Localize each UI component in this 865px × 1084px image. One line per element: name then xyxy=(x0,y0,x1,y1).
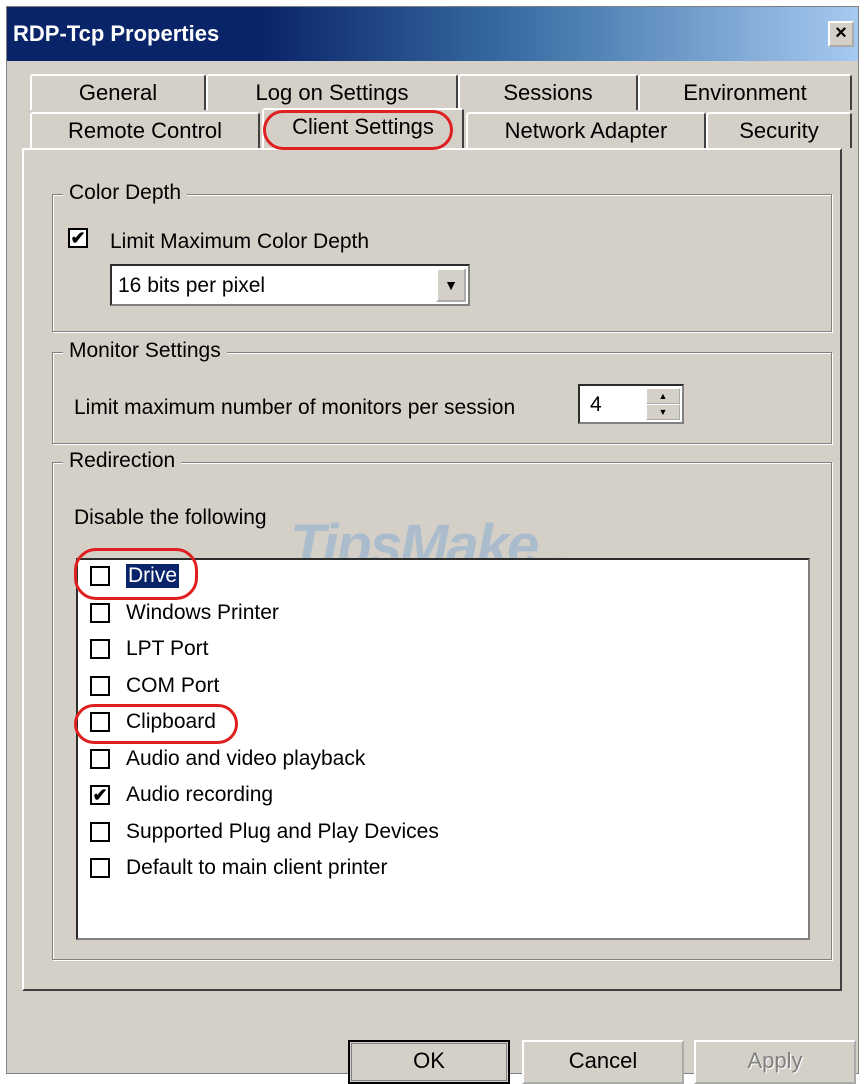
triangle-down-icon: ▼ xyxy=(658,407,668,417)
apply-label: Apply xyxy=(747,1048,803,1073)
redirection-checkbox[interactable] xyxy=(90,712,110,732)
title-bar[interactable]: RDP-Tcp Properties × xyxy=(7,7,858,61)
tab-label: Security xyxy=(739,118,819,143)
redirection-item-label[interactable]: LPT Port xyxy=(126,637,208,661)
redirection-item-label[interactable]: Windows Printer xyxy=(126,601,279,625)
group-label: Redirection xyxy=(63,449,182,473)
tab-sessions[interactable]: Sessions xyxy=(458,74,638,110)
tab-environment[interactable]: Environment xyxy=(638,74,852,110)
redirection-item-label[interactable]: Clipboard xyxy=(126,710,216,734)
stepper-up-button[interactable]: ▲ xyxy=(646,388,680,404)
redirection-item-label[interactable]: Default to main client printer xyxy=(126,856,387,880)
redirection-checkbox[interactable] xyxy=(90,676,110,696)
redirection-item-label[interactable]: COM Port xyxy=(126,674,219,698)
redirection-checkbox[interactable] xyxy=(90,639,110,659)
cancel-button[interactable]: Cancel xyxy=(522,1040,684,1084)
color-depth-group: Color Depth xyxy=(52,181,832,332)
ok-label: OK xyxy=(413,1048,445,1073)
tab-label: Client Settings xyxy=(292,114,434,139)
tab-remote-control[interactable]: Remote Control xyxy=(30,112,260,148)
stepper-buttons: ▲ ▼ xyxy=(646,388,680,420)
tab-label: Environment xyxy=(683,80,807,105)
group-label: Monitor Settings xyxy=(63,339,227,363)
limit-color-depth-checkbox[interactable]: ✔ xyxy=(68,228,88,248)
color-depth-select[interactable]: 16 bits per pixel ▼ xyxy=(110,264,470,306)
limit-color-depth-label: Limit Maximum Color Depth xyxy=(110,230,370,253)
dropdown-arrow[interactable]: ▼ xyxy=(436,268,466,302)
tab-label: Sessions xyxy=(503,80,593,105)
tab-log-on-settings[interactable]: Log on Settings xyxy=(206,74,458,110)
redirection-checkbox[interactable] xyxy=(90,822,110,842)
cancel-label: Cancel xyxy=(568,1048,638,1073)
redirection-item-label[interactable]: Audio and video playback xyxy=(126,747,365,771)
redirection-item-label[interactable]: Audio recording xyxy=(126,783,273,807)
monitor-count-stepper[interactable]: 4 ▲ ▼ xyxy=(578,384,684,424)
close-icon: × xyxy=(835,22,847,44)
tab-network-adapter[interactable]: Network Adapter xyxy=(466,112,706,148)
color-depth-value: 16 bits per pixel xyxy=(118,274,266,297)
redirection-item-label[interactable]: Drive xyxy=(126,564,180,588)
redirection-checkbox[interactable]: ✔ xyxy=(90,785,110,805)
apply-button[interactable]: Apply xyxy=(694,1040,856,1084)
window-title: RDP-Tcp Properties xyxy=(13,21,220,46)
tab-client-settings[interactable]: Client Settings xyxy=(262,108,464,148)
tab-label: General xyxy=(78,80,158,105)
monitor-count-value: 4 xyxy=(590,393,602,416)
group-label: Color Depth xyxy=(63,181,188,205)
chevron-down-icon: ▼ xyxy=(444,277,458,293)
monitor-limit-label: Limit maximum number of monitors per ses… xyxy=(74,396,516,419)
tab-general[interactable]: General xyxy=(30,74,206,110)
stepper-down-button[interactable]: ▼ xyxy=(646,404,680,420)
redirection-checkbox[interactable] xyxy=(90,749,110,769)
tab-label: Log on Settings xyxy=(255,80,409,105)
triangle-up-icon: ▲ xyxy=(658,391,668,401)
redirection-item-label[interactable]: Supported Plug and Play Devices xyxy=(126,820,439,844)
tab-security[interactable]: Security xyxy=(706,112,852,148)
ok-button[interactable]: OK xyxy=(348,1040,510,1084)
close-button[interactable]: × xyxy=(828,21,854,47)
redirection-checkbox[interactable] xyxy=(90,603,110,623)
redirection-checkbox[interactable] xyxy=(90,566,110,586)
tab-label: Network Adapter xyxy=(504,118,668,143)
tab-label: Remote Control xyxy=(67,118,223,143)
redirection-checkbox[interactable] xyxy=(90,858,110,878)
disable-following-label: Disable the following xyxy=(74,506,267,529)
